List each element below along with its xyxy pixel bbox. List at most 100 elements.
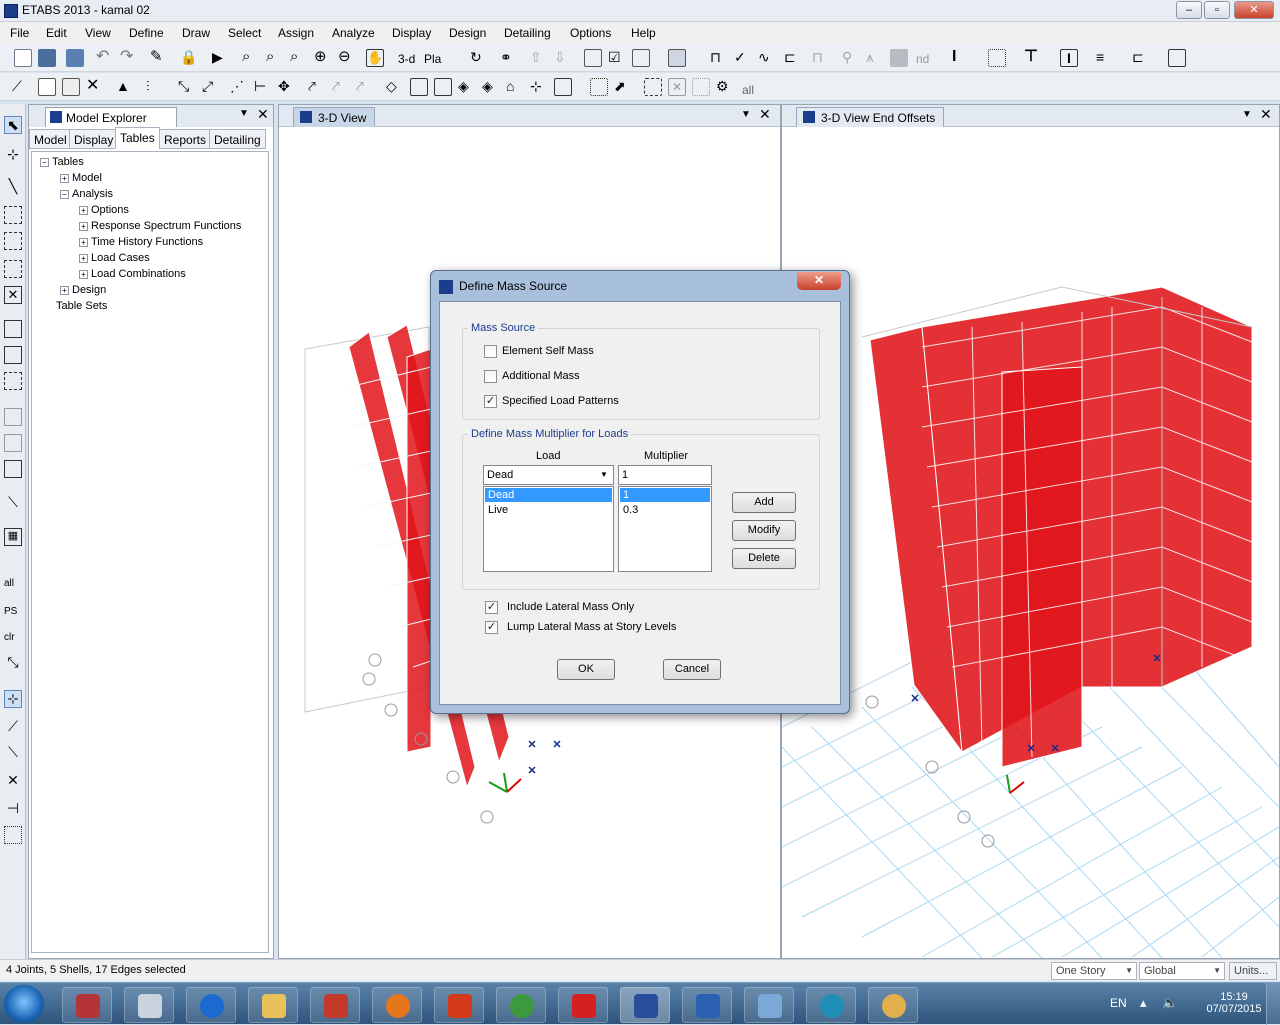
snap-middle-icon[interactable]: ⟍ [4,744,22,762]
tree-node-design[interactable]: + Design [60,284,106,296]
plan-view-button[interactable]: Pla [424,52,441,66]
load-list-item[interactable]: Dead [485,488,612,502]
draw-wall-icon-left[interactable] [4,408,22,426]
right-view-close-icon[interactable]: ✕ [1260,106,1272,123]
draw-beam-icon[interactable]: I [952,49,970,67]
animate-icon[interactable]: ⚲ [842,49,860,67]
mirror-icon[interactable]: ⤢ [202,78,220,96]
draw-beam-window-icon[interactable] [4,260,22,278]
perspective-icon[interactable]: ⚭ [500,49,518,67]
specified-load-patterns-checkbox[interactable]: ✓ [484,395,497,408]
copy-icon[interactable] [38,78,56,96]
coord-system-select[interactable]: Global ▼ [1139,962,1225,980]
insert-point-icon[interactable]: ⊹ [530,78,548,96]
taskbar-app-calculator[interactable] [124,987,174,1023]
redo-icon[interactable]: ↷ [120,49,138,67]
draw-column-icon[interactable]: ⊤ [1024,49,1042,67]
extrude-lines-icon[interactable] [410,78,428,96]
taskbar-app-autocad[interactable] [62,987,112,1023]
left-view-tab[interactable]: 3-D View [293,107,376,127]
previous-select-left[interactable]: PS [4,606,17,617]
menu-options[interactable]: Options [570,26,611,40]
draw-slab-icon[interactable] [1168,49,1186,67]
menu-define[interactable]: Define [129,26,164,40]
new-file-icon[interactable] [14,49,32,67]
tray-arrow-icon[interactable]: ▴ [1140,995,1147,1011]
cancel-button[interactable]: Cancel [663,659,721,680]
draw-line-icon[interactable]: ╲ [4,178,22,196]
select-all-left[interactable]: all [4,578,14,589]
load-list[interactable]: Dead Live [483,486,614,572]
rotate-icon[interactable]: ↻ [470,49,488,67]
tab-display[interactable]: Display [69,129,119,149]
draw-grid-icon[interactable]: ▦ [4,528,22,546]
model-explorer-tab[interactable]: Model Explorer [45,107,177,127]
draw-link-left-icon[interactable]: ⟍ [4,494,22,512]
start-button[interactable] [4,985,44,1023]
skew-icon[interactable]: ◈ [482,78,500,96]
taskbar-app-paint[interactable] [868,987,918,1023]
multiplier-list-item[interactable]: 0.3 [620,503,710,517]
pencil-icon[interactable]: ✎ [150,49,168,67]
explorer-close-icon[interactable]: ✕ [257,106,269,123]
pan-icon[interactable]: ✋ [366,49,384,67]
brush-icon[interactable]: ⟋ [12,78,30,96]
show-desktop-button[interactable] [1266,983,1280,1025]
dialog-close-button[interactable]: ✕ [797,272,841,290]
menu-display[interactable]: Display [392,26,431,40]
zoom-window-icon[interactable]: ⌕ [242,49,260,67]
taskbar-app-media[interactable] [806,987,856,1023]
units-button[interactable]: Units... [1229,962,1277,980]
draw-area-icon[interactable] [988,49,1006,67]
taskbar-app-pdf[interactable] [558,987,608,1023]
replicate-icon[interactable]: ⤡ [178,78,196,96]
tree-node-time-history[interactable]: + Time History Functions [79,236,203,248]
tree-node-model[interactable]: + Model [60,172,102,184]
tree-node-analysis[interactable]: − Analysis [60,188,113,200]
ok-button[interactable]: OK [557,659,615,680]
reshape-icon[interactable]: ⊹ [4,146,22,164]
left-view-close-icon[interactable]: ✕ [759,106,771,123]
multiplier-list[interactable]: 1 0.3 [618,486,712,572]
language-indicator[interactable]: EN [1110,996,1127,1010]
expand-icon[interactable]: + [79,237,88,247]
align-icon[interactable]: ⊢ [254,78,272,96]
draw-wall-icon[interactable]: I [1060,49,1078,67]
run-analysis-icon[interactable]: ▶ [212,49,230,67]
chart-icon[interactable]: ▲ [116,78,134,96]
edit-area-icon[interactable]: ⌂ [506,78,524,96]
checkbox-tool-icon[interactable]: ☑ [608,49,626,67]
move-icon[interactable]: ✥ [278,78,296,96]
intersecting-line-icon[interactable]: ⤡ [4,654,22,672]
multiplier-list-item[interactable]: 1 [620,488,710,502]
move-up-icon[interactable]: ⇧ [530,49,548,67]
taskbar-app-word[interactable] [682,987,732,1023]
save-icon[interactable] [66,49,84,67]
draw-opening-icon[interactable] [4,434,22,452]
lump-lateral-mass-checkbox[interactable]: ✓ [485,621,498,634]
explorer-dropdown-icon[interactable]: ▼ [239,108,249,119]
restore-button[interactable]: ▫ [1204,1,1230,19]
scale-icon[interactable]: ◈ [458,78,476,96]
pointer-tool-icon[interactable]: ⬉ [4,116,22,134]
right-view-tab[interactable]: 3-D View End Offsets [796,107,945,127]
zoom-in-icon[interactable]: ⊕ [314,49,332,67]
collapse-icon[interactable]: − [60,189,69,199]
move-down-icon[interactable]: ⇩ [554,49,572,67]
menu-assign[interactable]: Assign [278,26,314,40]
draw-floor-icon[interactable] [4,320,22,338]
taskbar-app-firefox[interactable] [372,987,422,1023]
draw-link-icon[interactable]: ≡ [1096,49,1114,67]
tab-reports[interactable]: Reports [159,129,212,149]
tree-node-load-combinations[interactable]: + Load Combinations [79,268,186,280]
paste-icon[interactable] [62,78,80,96]
taskbar-app-network[interactable] [744,987,794,1023]
snap-grid-icon[interactable] [4,826,22,844]
tab-model[interactable]: Model [29,129,72,149]
merge-icon[interactable]: ⤤ [332,78,350,96]
menu-analyze[interactable]: Analyze [332,26,375,40]
zoom-full-icon[interactable]: ⌕ [290,49,308,67]
expand-icon[interactable]: + [60,285,69,295]
snap-intersect-icon[interactable]: ✕ [4,772,22,790]
view-options-icon[interactable] [584,49,602,67]
